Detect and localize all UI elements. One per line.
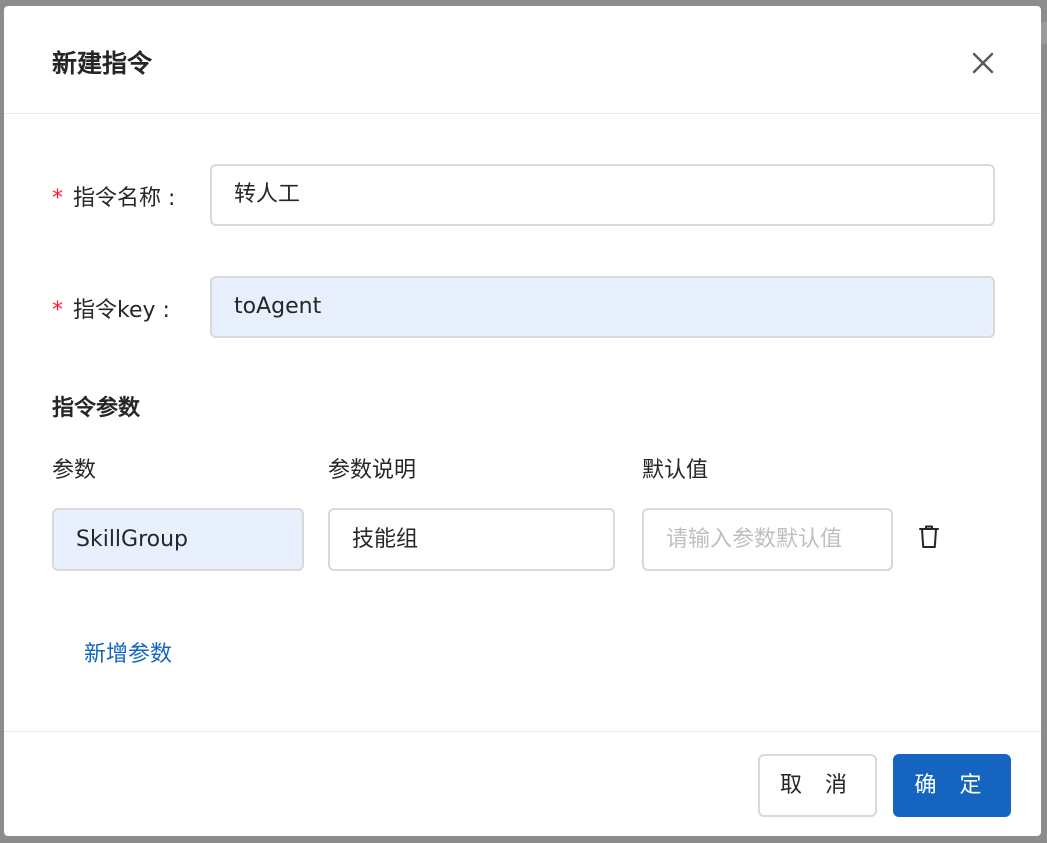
ok-button[interactable]: 确 定 [893,754,1011,817]
params-section-title: 指令参数 [52,396,141,421]
command-key-label-text: 指令key : [73,298,170,323]
new-command-dialog: 新建指令 * 指令名称 : 转人工 * 指令key : toAgent 指令参数 参… [4,6,1041,836]
close-icon[interactable] [970,50,996,76]
dialog-title: 新建指令 [52,49,153,78]
command-key-label: * 指令key : [52,292,170,324]
command-name-row: * 指令名称 : 转人工 [4,164,1041,226]
backdrop [1041,22,1047,44]
required-mark: * [52,298,63,323]
add-param-link[interactable]: 新增参数 [84,636,172,668]
trash-icon[interactable] [917,524,941,550]
param-name-input[interactable]: SkillGroup [52,508,304,571]
param-description-input[interactable]: 技能组 [328,508,615,571]
command-key-input[interactable]: toAgent [210,276,995,338]
dialog-header: 新建指令 [4,6,1041,114]
cancel-button[interactable]: 取 消 [758,754,877,817]
required-mark: * [52,186,63,211]
default-column-header: 默认值 [642,458,709,483]
command-key-row: * 指令key : toAgent [4,276,1041,338]
command-name-label: * 指令名称 : [52,180,175,212]
param-default-input[interactable]: 请输入参数默认值 [642,508,893,571]
command-name-label-text: 指令名称 : [73,186,176,211]
description-column-header: 参数说明 [328,458,417,483]
dialog-footer: 取 消 确 定 [4,731,1041,836]
param-column-header: 参数 [52,458,97,483]
command-name-input[interactable]: 转人工 [210,164,995,226]
